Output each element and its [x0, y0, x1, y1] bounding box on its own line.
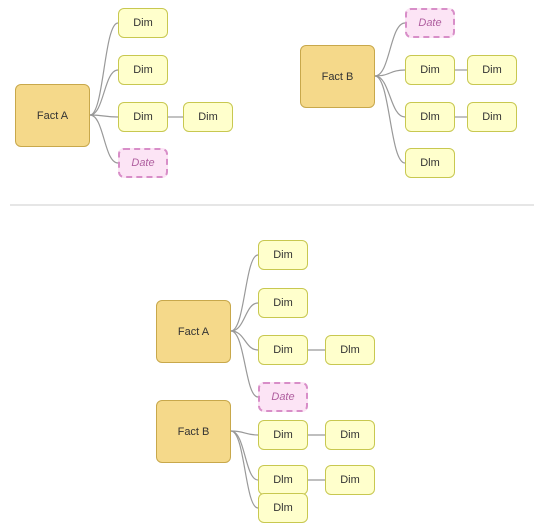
diagram1-dim-4: Dim	[183, 102, 233, 132]
canvas: Fact A Dim Dim Dim Dim Date Fact B Date …	[0, 0, 544, 530]
diagram1-fact-a: Fact A	[15, 84, 90, 147]
diagram1-dim-3: Dim	[118, 102, 168, 132]
diagram3-dimb-3: Dlm	[258, 465, 308, 495]
diagram3-dima-1: Dim	[258, 240, 308, 270]
diagram2-dim-5: Dlm	[405, 148, 455, 178]
diagram2-dim-4: Dim	[467, 102, 517, 132]
diagram2-dim-3: Dlm	[405, 102, 455, 132]
diagram3-dima-2: Dim	[258, 288, 308, 318]
diagram3-dimb-4: Dim	[325, 465, 375, 495]
diagram3-dimb-1: Dim	[258, 420, 308, 450]
diagram3-dimb-5: Dlm	[258, 493, 308, 523]
diagram2-date: Date	[405, 8, 455, 38]
diagram3-fact-a: Fact A	[156, 300, 231, 363]
diagram3-fact-b: Fact B	[156, 400, 231, 463]
diagram3-dimb-2: Dim	[325, 420, 375, 450]
diagram1-date: Date	[118, 148, 168, 178]
diagram3-date: Date	[258, 382, 308, 412]
diagram1-dim-1: Dim	[118, 8, 168, 38]
diagram2-fact-b: Fact B	[300, 45, 375, 108]
diagram2-dim-1: Dim	[405, 55, 455, 85]
diagram1-dim-2: Dim	[118, 55, 168, 85]
diagram3-dima-4: Dlm	[325, 335, 375, 365]
diagram2-dim-2: Dim	[467, 55, 517, 85]
diagram3-dima-3: Dim	[258, 335, 308, 365]
